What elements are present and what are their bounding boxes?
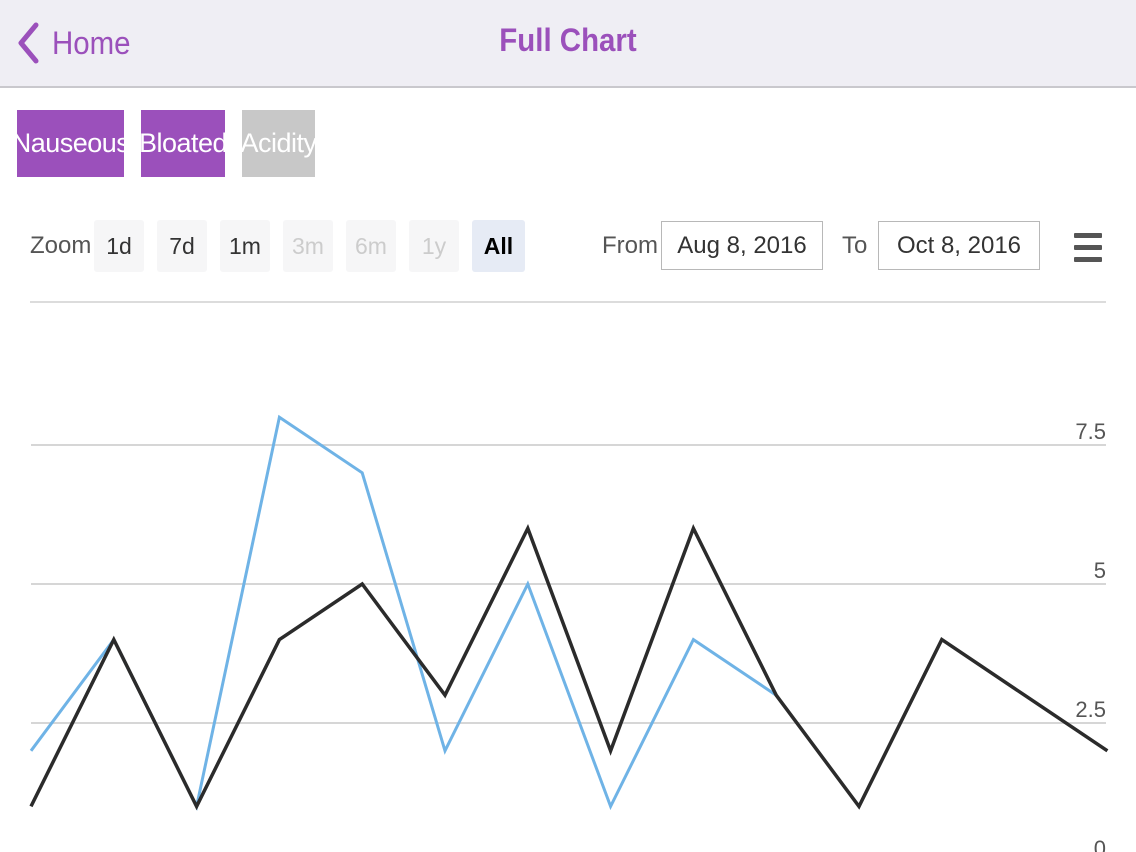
- zoom-button-1m[interactable]: 1m: [220, 220, 270, 272]
- from-date-input[interactable]: Aug 8, 2016: [661, 221, 823, 270]
- from-label: From: [602, 232, 658, 259]
- zoom-button-1d[interactable]: 1d: [94, 220, 144, 272]
- y-tick-label: 7.5: [1075, 419, 1106, 444]
- to-date-input[interactable]: Oct 8, 2016: [878, 221, 1040, 270]
- navigation-bar: Home Full Chart: [0, 0, 1136, 88]
- series-line-1[interactable]: [29, 414, 778, 811]
- series-toggle-bloated[interactable]: Bloated: [141, 110, 225, 177]
- zoom-button-3m[interactable]: 3m: [283, 220, 333, 272]
- series-toggle-nauseous[interactable]: Nauseous: [17, 110, 124, 177]
- zoom-button-7d[interactable]: 7d: [157, 220, 207, 272]
- zoom-label: Zoom: [30, 232, 92, 259]
- y-tick-label: 2.5: [1075, 697, 1106, 722]
- series-line-2[interactable]: [29, 524, 1109, 811]
- zoom-button-6m[interactable]: 6m: [346, 220, 396, 272]
- zoom-button-1y[interactable]: 1y: [409, 220, 459, 272]
- to-label: To: [842, 232, 868, 259]
- zoom-button-all[interactable]: All: [472, 220, 525, 272]
- line-chart: 0 2.5 5 7.5: [29, 414, 1109, 852]
- chevron-left-icon: [18, 22, 39, 64]
- y-tick-label: 0: [1094, 836, 1106, 852]
- hamburger-menu-icon[interactable]: [1072, 230, 1104, 266]
- series-toggle-acidity[interactable]: Acidity: [242, 110, 315, 177]
- y-tick-label: 5: [1094, 558, 1106, 583]
- page-title: Full Chart: [499, 22, 637, 58]
